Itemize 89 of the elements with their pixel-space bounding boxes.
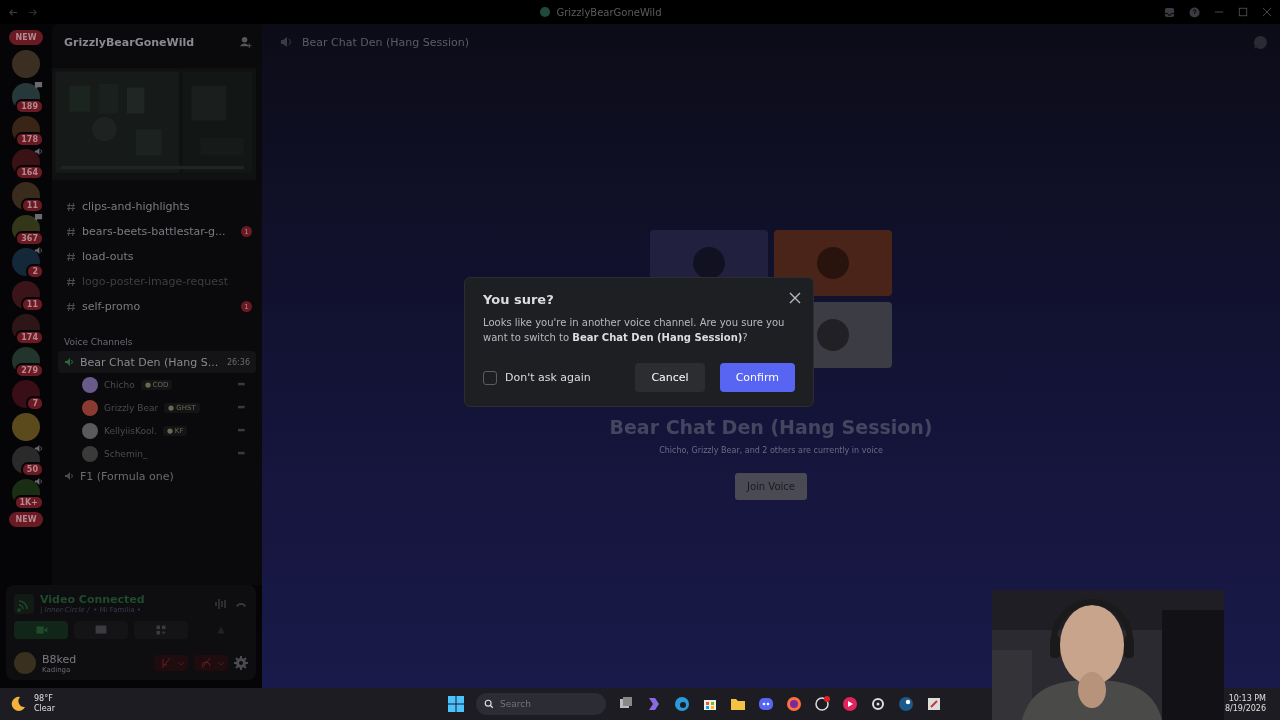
unread-count: 11	[20, 198, 44, 213]
speaker-icon	[64, 471, 74, 481]
channel-title: Bear Chat Den (Hang Session)	[302, 35, 470, 49]
hash-icon	[66, 201, 76, 212]
folder-icon[interactable]	[729, 696, 746, 712]
username[interactable]: B8ked	[42, 652, 148, 666]
unread-count: 7	[26, 396, 44, 411]
participants-text: Chicho, Grizzly Bear, and 2 others are currently in voice	[659, 446, 883, 455]
play-icon[interactable]	[841, 696, 858, 712]
server-icon	[540, 7, 551, 17]
new-badge: NEW	[8, 30, 44, 45]
settings-icon[interactable]	[234, 656, 248, 670]
unread-count: 279	[15, 363, 44, 378]
camera-button[interactable]	[14, 620, 68, 640]
channel-item[interactable]: load-outs	[52, 244, 262, 269]
avatar	[817, 247, 849, 279]
clock-date[interactable]: 8/19/2026	[1224, 704, 1266, 714]
temperature: 98°F	[34, 694, 54, 704]
hash-icon	[66, 276, 76, 287]
speaker-icon	[280, 36, 292, 48]
help-icon[interactable]	[1189, 6, 1200, 18]
avatar	[817, 319, 849, 351]
chat-bubble-icon[interactable]	[1253, 34, 1268, 50]
unread-count: 178	[15, 132, 44, 147]
close-icon[interactable]	[789, 292, 801, 304]
unread-count: 2	[26, 264, 44, 279]
clock-time[interactable]: 10:13 PM	[1228, 694, 1266, 704]
chat-bubble-icon	[34, 213, 43, 222]
waveform-icon[interactable]	[214, 596, 228, 611]
unread-count: 11	[20, 297, 44, 312]
member-name[interactable]: KellyiisKool.	[104, 425, 157, 436]
member-name[interactable]: Grizzly Bear	[104, 402, 159, 413]
add-user-icon[interactable]	[239, 35, 252, 49]
deafened-headset-icon[interactable]	[194, 655, 228, 671]
unread-count: 367	[15, 231, 44, 246]
hash-icon	[66, 226, 76, 237]
gear-icon[interactable]	[869, 696, 886, 712]
moon-icon	[10, 696, 26, 712]
hash-icon	[66, 251, 76, 262]
tag-icon	[144, 381, 151, 388]
editor-icon[interactable]	[925, 696, 942, 712]
confirm-button[interactable]: Confirm	[719, 363, 795, 392]
timer: 26:36	[226, 357, 250, 367]
cancel-button[interactable]: Cancel	[635, 363, 705, 392]
unread-count: 174	[15, 330, 44, 345]
avatar	[693, 247, 725, 279]
new-badge: NEW	[8, 512, 44, 527]
speaker-icon	[34, 147, 43, 156]
screen-share-button[interactable]	[74, 620, 128, 640]
tag-icon	[166, 427, 173, 434]
member-name[interactable]: Schemin_	[104, 448, 148, 459]
speaker-icon	[64, 357, 74, 367]
unread-count: 1K+	[13, 495, 44, 510]
server-name[interactable]: GrizzlyBearGoneWild	[64, 35, 195, 49]
search-icon	[483, 699, 494, 709]
windows-start-icon[interactable]	[447, 696, 464, 712]
voice-channel-item[interactable]: F1 (Formula one)	[58, 465, 256, 487]
member-name[interactable]: Chicho	[104, 379, 135, 390]
dialog-message: Looks like you're in another voice channel. Are you sure you want to switch to Bear Chat Den (Hang Session)?	[483, 316, 786, 345]
inbox-icon[interactable]	[1164, 6, 1175, 18]
voice-channel-item[interactable]: Bear Chat Den (Hang S... 26:36	[58, 351, 256, 373]
speaker-icon	[34, 444, 43, 453]
maximize-icon[interactable]	[1238, 7, 1248, 17]
speaker-icon	[34, 477, 43, 486]
chat-bubble-icon	[34, 81, 43, 90]
activities-button[interactable]	[134, 620, 188, 640]
tag-icon	[168, 404, 175, 411]
speaker-icon	[34, 246, 43, 255]
server-icon[interactable]	[12, 50, 40, 78]
checkbox[interactable]	[483, 370, 497, 385]
connection-icon	[14, 593, 34, 614]
server-icon[interactable]	[12, 413, 40, 441]
category-label[interactable]: Voice Channels	[52, 319, 262, 351]
search-field[interactable]: Search	[475, 693, 606, 715]
channel-item[interactable]: clips-and-highlights	[52, 194, 262, 219]
unread-count: 189	[15, 99, 44, 114]
muted-mic-icon[interactable]	[154, 655, 188, 671]
hash-icon	[66, 301, 76, 312]
unread-count: 164	[15, 165, 44, 180]
window-title: GrizzlyBearGoneWild	[556, 6, 662, 18]
checkbox-label[interactable]: Don't ask again	[505, 371, 628, 384]
unread-count: 50	[20, 462, 44, 477]
browser-icon[interactable]	[673, 696, 690, 712]
user-avatar[interactable]	[14, 652, 36, 674]
dialog-title: You sure?	[483, 292, 555, 307]
chat-app-icon[interactable]	[757, 696, 774, 712]
fox-browser-icon[interactable]	[785, 696, 802, 712]
weather-text: Clear	[34, 704, 55, 714]
steam-icon[interactable]	[897, 696, 914, 712]
